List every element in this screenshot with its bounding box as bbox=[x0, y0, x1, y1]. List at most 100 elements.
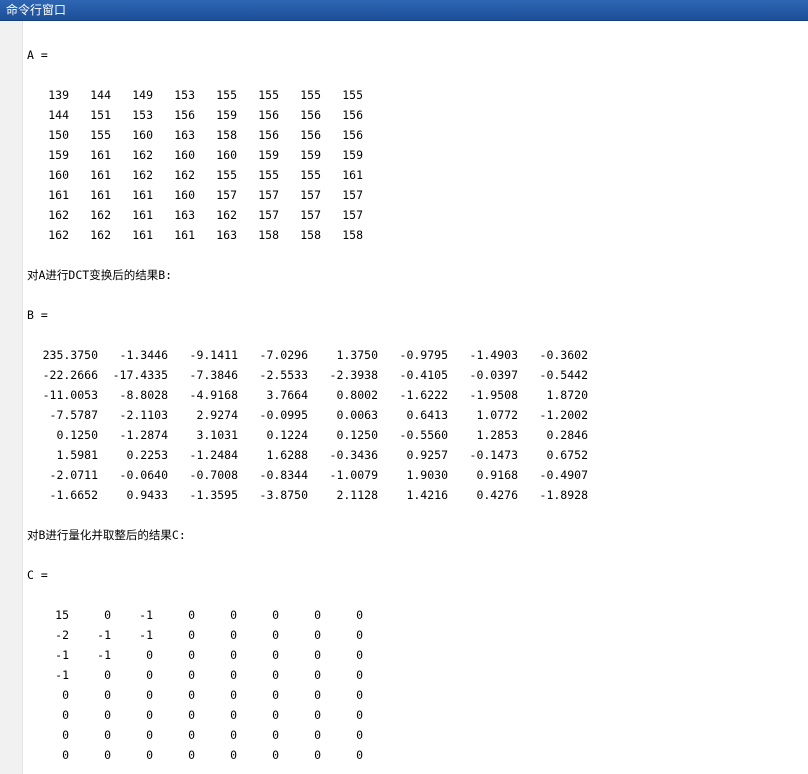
matrix-cell: 0 bbox=[62, 748, 69, 762]
matrix-cell: 162 bbox=[90, 208, 111, 222]
matrix-cell: 0 bbox=[314, 628, 321, 642]
matrix-cell: 156 bbox=[174, 108, 195, 122]
matrix-cell: 162 bbox=[174, 168, 195, 182]
matrix-cell: 161 bbox=[90, 168, 111, 182]
matrix-cell: 1.5981 bbox=[56, 448, 98, 462]
matrix-cell: 161 bbox=[132, 188, 153, 202]
matrix-cell: 161 bbox=[132, 208, 153, 222]
matrix-cell: 0 bbox=[188, 628, 195, 642]
matrix-cell: 161 bbox=[48, 188, 69, 202]
matrix-cell: 163 bbox=[174, 128, 195, 142]
matrix-cell: 0.6752 bbox=[546, 448, 588, 462]
matrix-cell: 0.8002 bbox=[336, 388, 378, 402]
label-b: B = bbox=[27, 308, 48, 322]
matrix-cell: 1.0772 bbox=[476, 408, 518, 422]
matrix-cell: -1 bbox=[97, 648, 111, 662]
matrix-cell: 161 bbox=[174, 228, 195, 242]
matrix-cell: 155 bbox=[258, 88, 279, 102]
matrix-cell: -0.9795 bbox=[399, 348, 448, 362]
matrix-cell: 156 bbox=[300, 108, 321, 122]
matrix-cell: 0 bbox=[62, 708, 69, 722]
matrix-cell: -7.3846 bbox=[189, 368, 238, 382]
matrix-cell: -1.2874 bbox=[119, 428, 168, 442]
matrix-cell: 0 bbox=[146, 728, 153, 742]
matrix-cell: 0 bbox=[272, 728, 279, 742]
matrix-cell: 157 bbox=[342, 208, 363, 222]
matrix-cell: 0 bbox=[272, 668, 279, 682]
matrix-cell: -0.4907 bbox=[539, 468, 588, 482]
matrix-cell: 0 bbox=[356, 628, 363, 642]
window-title: 命令行窗口 bbox=[6, 3, 67, 17]
matrix-cell: 157 bbox=[300, 188, 321, 202]
matrix-cell: 155 bbox=[258, 168, 279, 182]
command-window-output[interactable]: A = 139 144 149 153 155 155 155 155 144 151 153 156… bbox=[27, 21, 797, 774]
matrix-cell: 0 bbox=[356, 748, 363, 762]
matrix-cell: 162 bbox=[48, 228, 69, 242]
matrix-cell: 235.3750 bbox=[42, 348, 98, 362]
matrix-cell: 162 bbox=[48, 208, 69, 222]
matrix-cell: 0 bbox=[146, 688, 153, 702]
matrix-cell: 155 bbox=[216, 168, 237, 182]
matrix-cell: 158 bbox=[342, 228, 363, 242]
matrix-cell: -4.9168 bbox=[189, 388, 238, 402]
matrix-cell: 0 bbox=[146, 648, 153, 662]
matrix-cell: 158 bbox=[258, 228, 279, 242]
matrix-cell: -11.0053 bbox=[42, 388, 98, 402]
matrix-cell: 0 bbox=[188, 648, 195, 662]
matrix-cell: 156 bbox=[300, 128, 321, 142]
matrix-cell: -1.2484 bbox=[189, 448, 238, 462]
matrix-cell: 0 bbox=[230, 708, 237, 722]
matrix-cell: -1 bbox=[139, 608, 153, 622]
matrix-cell: 0.0063 bbox=[336, 408, 378, 422]
matrix-cell: 155 bbox=[300, 88, 321, 102]
matrix-cell: -1 bbox=[139, 628, 153, 642]
matrix-cell: 158 bbox=[216, 128, 237, 142]
matrix-cell: 15 bbox=[55, 608, 69, 622]
matrix-cell: 1.4216 bbox=[406, 488, 448, 502]
matrix-cell: 157 bbox=[300, 208, 321, 222]
matrix-cell: 2.9274 bbox=[196, 408, 238, 422]
matrix-cell: -1.3446 bbox=[119, 348, 168, 362]
matrix-cell: 0 bbox=[314, 708, 321, 722]
matrix-cell: 0 bbox=[272, 688, 279, 702]
matrix-cell: 0 bbox=[272, 748, 279, 762]
matrix-cell: 0 bbox=[146, 708, 153, 722]
matrix-cell: 0 bbox=[314, 668, 321, 682]
matrix-cell: 151 bbox=[90, 108, 111, 122]
matrix-cell: -8.8028 bbox=[119, 388, 168, 402]
matrix-cell: 163 bbox=[174, 208, 195, 222]
matrix-cell: 0 bbox=[104, 708, 111, 722]
matrix-cell: 0.9257 bbox=[406, 448, 448, 462]
matrix-cell: 0.1250 bbox=[336, 428, 378, 442]
matrix-cell: 144 bbox=[48, 108, 69, 122]
matrix-cell: 157 bbox=[258, 188, 279, 202]
matrix-cell: 3.1031 bbox=[196, 428, 238, 442]
matrix-cell: 162 bbox=[216, 208, 237, 222]
matrix-cell: 160 bbox=[216, 148, 237, 162]
matrix-cell: 0 bbox=[230, 648, 237, 662]
matrix-cell: 0 bbox=[230, 628, 237, 642]
matrix-cell: 158 bbox=[300, 228, 321, 242]
matrix-cell: 0 bbox=[356, 688, 363, 702]
matrix-cell: 1.8720 bbox=[546, 388, 588, 402]
matrix-cell: 157 bbox=[342, 188, 363, 202]
matrix-cell: -7.0296 bbox=[259, 348, 308, 362]
matrix-cell: -0.8344 bbox=[259, 468, 308, 482]
matrix-cell: -1.2002 bbox=[539, 408, 588, 422]
matrix-cell: 155 bbox=[342, 88, 363, 102]
matrix-cell: -3.8750 bbox=[259, 488, 308, 502]
matrix-cell: -0.3436 bbox=[329, 448, 378, 462]
matrix-cell: 0 bbox=[356, 728, 363, 742]
matrix-cell: 1.6288 bbox=[266, 448, 308, 462]
matrix-cell: -1 bbox=[55, 668, 69, 682]
matrix-cell: 160 bbox=[174, 188, 195, 202]
label-c: C = bbox=[27, 568, 48, 582]
matrix-cell: -1 bbox=[97, 628, 111, 642]
matrix-cell: 153 bbox=[132, 108, 153, 122]
matrix-cell: 157 bbox=[258, 208, 279, 222]
matrix-cell: 0.1224 bbox=[266, 428, 308, 442]
matrix-cell: -1.9508 bbox=[469, 388, 518, 402]
matrix-cell: -2.3938 bbox=[329, 368, 378, 382]
matrix-cell: 0 bbox=[356, 608, 363, 622]
matrix-cell: 0 bbox=[356, 668, 363, 682]
